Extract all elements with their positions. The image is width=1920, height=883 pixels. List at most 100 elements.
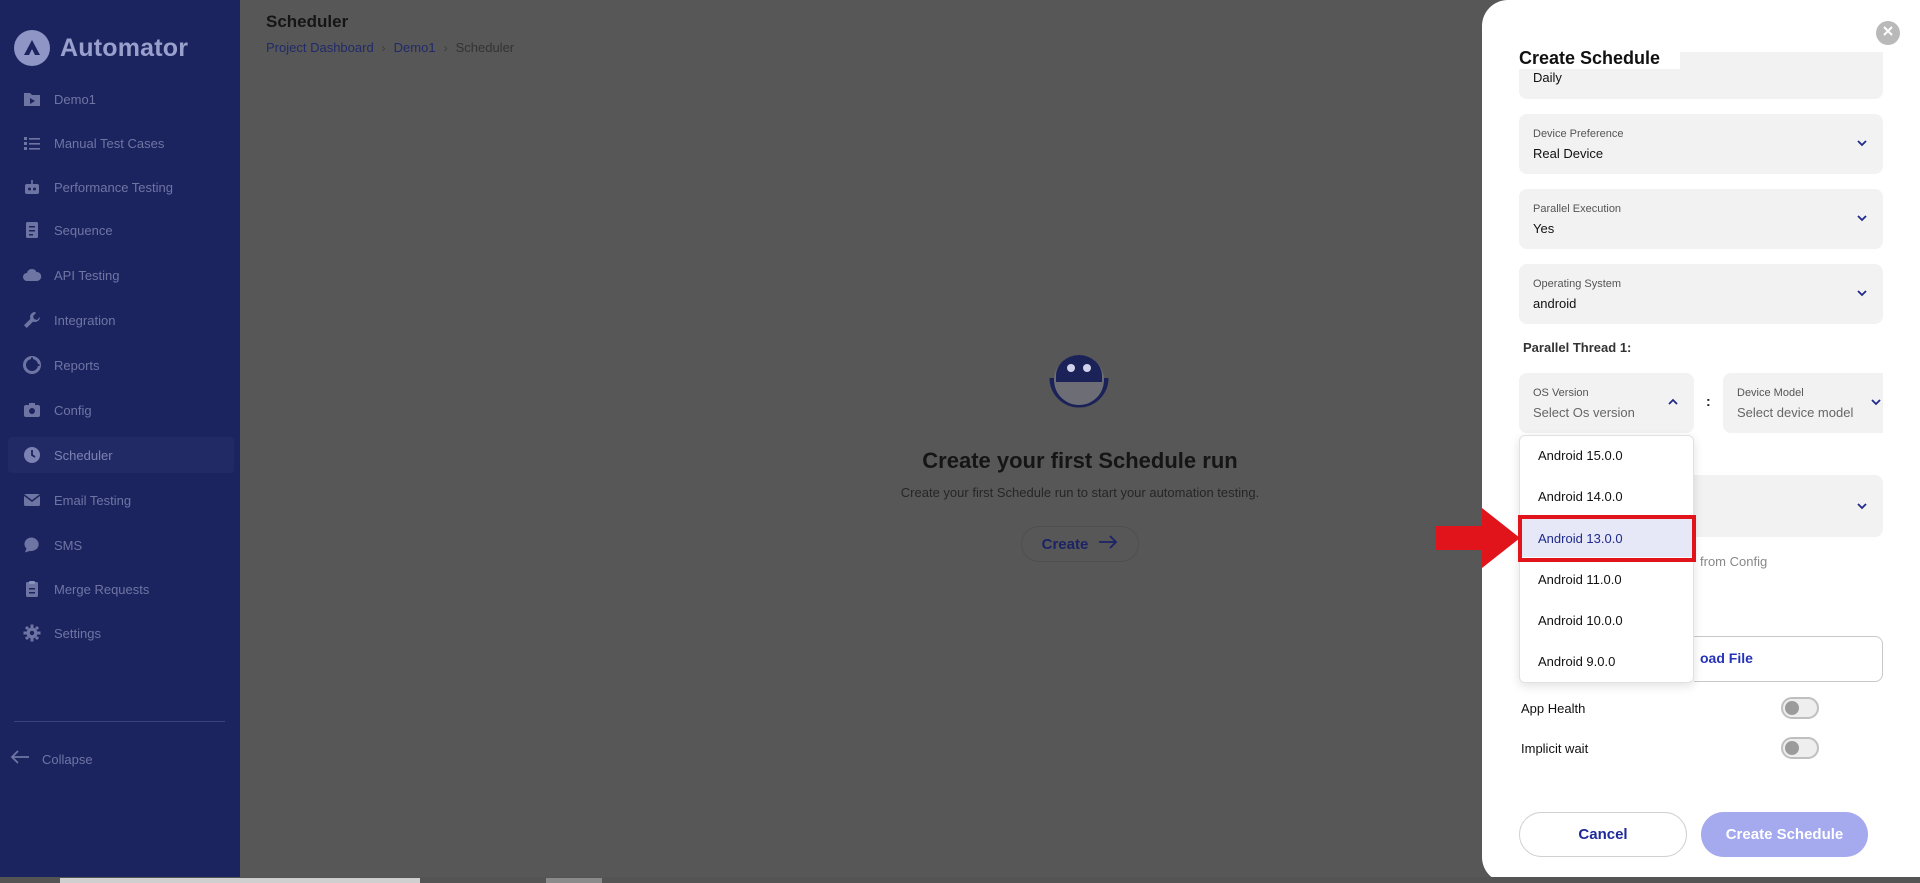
- os-option-android-9[interactable]: Android 9.0.0: [1520, 642, 1693, 680]
- clipboard-icon: [22, 579, 42, 599]
- breadcrumb-demo1[interactable]: Demo1: [394, 40, 436, 55]
- sidebar-item-label: Email Testing: [54, 492, 132, 508]
- sidebar-item-demo1[interactable]: Demo1: [8, 81, 234, 117]
- os-option-android-15[interactable]: Android 15.0.0: [1520, 436, 1693, 474]
- partially-hidden-select[interactable]: [1694, 475, 1883, 537]
- clock-icon: [22, 445, 42, 465]
- sidebar-item-email-testing[interactable]: Email Testing: [8, 482, 234, 518]
- collapse-button[interactable]: Collapse: [10, 750, 93, 769]
- sidebar-item-sequence[interactable]: Sequence: [8, 212, 234, 248]
- breadcrumb-current: Scheduler: [455, 40, 515, 55]
- os-option-android-11[interactable]: Android 11.0.0: [1520, 560, 1693, 598]
- chevron-down-icon: [1855, 136, 1869, 150]
- sidebar-item-reports[interactable]: Reports: [8, 347, 234, 383]
- toggle-knob: [1785, 741, 1799, 755]
- sidebar-item-label: Reports: [54, 357, 100, 373]
- operating-system-value: android: [1533, 296, 1577, 311]
- sidebar-item-performance-testing[interactable]: Performance Testing: [8, 169, 234, 205]
- close-icon: [1882, 24, 1894, 42]
- sidebar-item-config[interactable]: Config: [8, 392, 234, 428]
- sidebar-item-label: Integration: [54, 312, 116, 328]
- chevron-right-icon: ›: [381, 40, 386, 55]
- taskbar-item[interactable]: [546, 878, 602, 883]
- sidebar-item-manual-test-cases[interactable]: Manual Test Cases: [8, 125, 234, 161]
- chevron-down-icon: [1869, 395, 1883, 409]
- list-icon: [22, 133, 42, 153]
- parallel-thread-label: Parallel Thread 1:: [1523, 340, 1632, 355]
- frequency-value: Daily: [1533, 70, 1562, 85]
- device-model-placeholder: Select device model: [1737, 405, 1854, 420]
- sidebar-item-label: SMS: [54, 537, 83, 553]
- chevron-down-icon: [1855, 211, 1869, 225]
- create-schedule-button[interactable]: Create Schedule: [1701, 812, 1868, 857]
- os-version-placeholder: Select Os version: [1533, 405, 1635, 420]
- pie-chart-icon: [22, 355, 42, 375]
- sidebar-divider: [14, 721, 225, 722]
- chevron-right-icon: ›: [443, 40, 448, 55]
- close-drawer-button[interactable]: [1876, 21, 1900, 45]
- upload-file-label: oad File: [1700, 650, 1753, 666]
- sidebar-item-label: Demo1: [54, 91, 96, 107]
- sidebar-item-integration[interactable]: Integration: [8, 302, 234, 338]
- robot-illustration-icon: [1044, 348, 1114, 414]
- brand-name: Automator: [60, 33, 189, 62]
- page-title: Scheduler: [266, 12, 349, 31]
- sidebar-item-label: Scheduler: [54, 447, 113, 463]
- sidebar-item-label: Performance Testing: [54, 179, 173, 195]
- operating-system-select[interactable]: Operating System android: [1519, 264, 1883, 324]
- create-button[interactable]: Create: [1021, 526, 1139, 562]
- implicit-wait-label: Implicit wait: [1521, 741, 1589, 756]
- breadcrumb: Project Dashboard › Demo1 › Scheduler: [266, 40, 514, 55]
- cancel-button[interactable]: Cancel: [1519, 812, 1687, 857]
- sidebar-item-label: Config: [54, 402, 92, 418]
- selection-highlight: [1518, 515, 1696, 562]
- robot-icon: [22, 177, 42, 197]
- sidebar-item-label: Sequence: [54, 222, 113, 238]
- cloud-icon: [22, 265, 42, 285]
- device-preference-select[interactable]: Device Preference Real Device: [1519, 114, 1883, 174]
- sidebar-item-sms[interactable]: SMS: [8, 527, 234, 563]
- chevron-up-icon: [1666, 395, 1680, 409]
- sidebar-item-api-testing[interactable]: API Testing: [8, 257, 234, 293]
- automator-logo-icon: [14, 30, 50, 66]
- sidebar-item-label: Settings: [54, 625, 101, 641]
- mail-icon: [22, 490, 42, 510]
- folder-play-icon: [22, 89, 42, 109]
- implicit-wait-toggle[interactable]: [1781, 737, 1819, 759]
- device-preference-value: Real Device: [1533, 146, 1604, 161]
- wrench-icon: [22, 310, 42, 330]
- document-icon: [22, 220, 42, 240]
- os-option-android-14[interactable]: Android 14.0.0: [1520, 477, 1693, 515]
- os-version-label: OS Version: [1533, 387, 1589, 399]
- gear-icon: [22, 623, 42, 643]
- device-preference-label: Device Preference: [1533, 128, 1624, 140]
- app-health-label: App Health: [1521, 701, 1586, 716]
- sidebar-item-settings[interactable]: Settings: [8, 615, 234, 651]
- arrow-left-icon: [10, 750, 30, 769]
- device-model-select[interactable]: Device Model Select device model: [1723, 373, 1883, 433]
- device-model-label: Device Model: [1737, 387, 1804, 399]
- drawer-title: Create Schedule: [1519, 48, 1681, 69]
- parallel-execution-label: Parallel Execution: [1533, 203, 1622, 215]
- os-option-android-10[interactable]: Android 10.0.0: [1520, 601, 1693, 639]
- sidebar: Automator Demo1 Manual Test Cases Perfor…: [0, 0, 240, 883]
- sidebar-item-label: API Testing: [54, 267, 120, 283]
- empty-state-title: Create your first Schedule run: [922, 448, 1238, 473]
- arrow-right-icon: [1098, 535, 1118, 553]
- parallel-execution-select[interactable]: Parallel Execution Yes: [1519, 189, 1883, 249]
- breadcrumb-project-dashboard[interactable]: Project Dashboard: [266, 40, 374, 55]
- collapse-label: Collapse: [42, 752, 93, 767]
- toggle-knob: [1785, 701, 1799, 715]
- sidebar-item-scheduler[interactable]: Scheduler: [8, 437, 234, 473]
- sidebar-item-label: Manual Test Cases: [54, 135, 165, 151]
- red-arrow-icon: [1436, 508, 1520, 568]
- operating-system-label: Operating System: [1533, 278, 1622, 290]
- sidebar-item-label: Merge Requests: [54, 581, 150, 597]
- sidebar-item-merge-requests[interactable]: Merge Requests: [8, 571, 234, 607]
- parallel-execution-value: Yes: [1533, 221, 1555, 236]
- app-health-toggle[interactable]: [1781, 697, 1819, 719]
- chevron-down-icon: [1855, 499, 1869, 513]
- taskbar-item[interactable]: [60, 878, 420, 883]
- brand-logo[interactable]: Automator: [14, 30, 188, 66]
- os-version-select[interactable]: OS Version Select Os version: [1519, 373, 1694, 433]
